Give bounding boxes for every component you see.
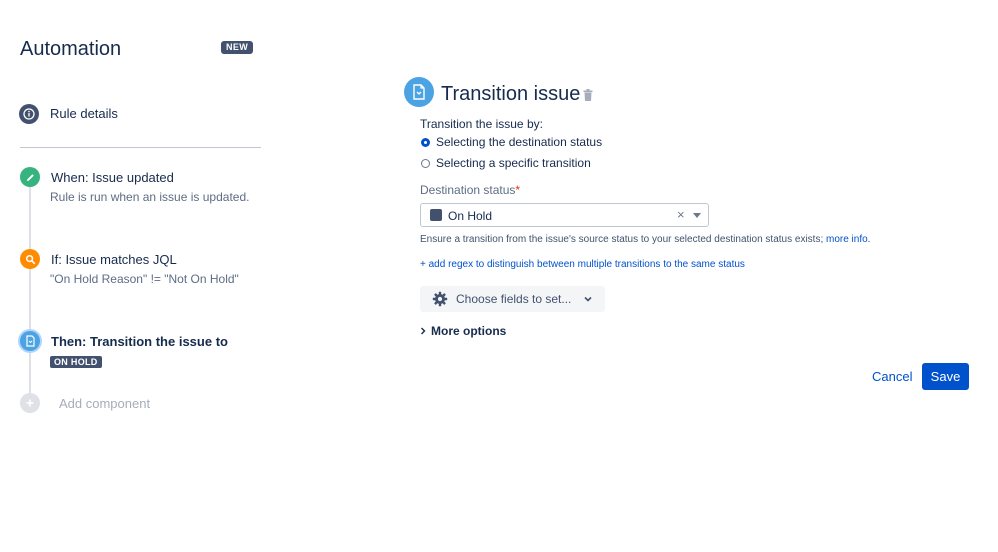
- add-component-button[interactable]: Add component: [20, 393, 150, 413]
- sidebar-divider: [20, 147, 261, 148]
- select-value: On Hold: [448, 209, 493, 223]
- destination-label-text: Destination status: [420, 183, 516, 197]
- page-title: Transition issue: [441, 83, 581, 105]
- rule-details-label: Rule details: [50, 106, 118, 121]
- more-options-label: More options: [431, 324, 507, 338]
- transition-hint: Ensure a transition from the issue's sou…: [420, 234, 870, 246]
- save-button[interactable]: Save: [922, 363, 969, 390]
- step-then-title[interactable]: Then: Transition the issue to: [51, 334, 228, 350]
- add-component-label: Add component: [59, 395, 151, 411]
- search-icon: [20, 249, 40, 269]
- required-mark: *: [515, 183, 521, 197]
- destination-status-label: Destination status*: [420, 183, 520, 198]
- add-regex-link[interactable]: + add regex to distinguish between multi…: [420, 259, 745, 271]
- chevron-right-icon: [421, 327, 426, 335]
- step-when-desc: Rule is run when an issue is updated.: [50, 190, 250, 204]
- more-info-link[interactable]: more info.: [826, 234, 870, 245]
- timeline-line: [29, 352, 31, 394]
- radio-button[interactable]: [421, 158, 430, 168]
- transition-by-label: Transition the issue by:: [420, 117, 543, 131]
- hint-text: Ensure a transition from the issue's sou…: [420, 234, 824, 245]
- transition-icon: [20, 331, 40, 351]
- rule-details-item[interactable]: Rule details: [19, 104, 118, 124]
- transition-issue-icon: [404, 77, 434, 107]
- gear-icon: [432, 291, 448, 307]
- step-if-title[interactable]: If: Issue matches JQL: [51, 252, 177, 268]
- destination-status-select[interactable]: On Hold ×: [420, 203, 709, 227]
- timeline-line: [29, 269, 31, 331]
- radio-button[interactable]: [421, 137, 430, 147]
- trash-icon[interactable]: [583, 88, 593, 106]
- chevron-down-icon: [584, 296, 592, 302]
- step-if-desc: "On Hold Reason" != "Not On Hold": [50, 272, 239, 286]
- new-badge: NEW: [221, 41, 254, 54]
- choose-fields-button[interactable]: Choose fields to set...: [420, 286, 605, 312]
- status-color-swatch: [430, 209, 442, 221]
- plus-icon: [20, 393, 40, 413]
- radio-specific-transition[interactable]: Selecting a specific transition: [421, 156, 591, 170]
- status-lozenge: ON HOLD: [50, 356, 102, 368]
- radio-label: Selecting a specific transition: [436, 156, 591, 170]
- clear-icon[interactable]: ×: [677, 207, 685, 222]
- chevron-down-icon[interactable]: [693, 213, 701, 218]
- more-options-toggle[interactable]: More options: [420, 324, 506, 338]
- radio-label: Selecting the destination status: [436, 135, 603, 149]
- step-when-title[interactable]: When: Issue updated: [51, 170, 174, 186]
- info-icon: [19, 104, 39, 124]
- choose-fields-label: Choose fields to set...: [456, 292, 572, 306]
- cancel-button[interactable]: Cancel: [866, 365, 918, 389]
- pencil-icon: [20, 167, 40, 187]
- timeline-line: [29, 187, 31, 249]
- radio-destination-status[interactable]: Selecting the destination status: [421, 135, 602, 149]
- app-title: Automation: [20, 38, 122, 60]
